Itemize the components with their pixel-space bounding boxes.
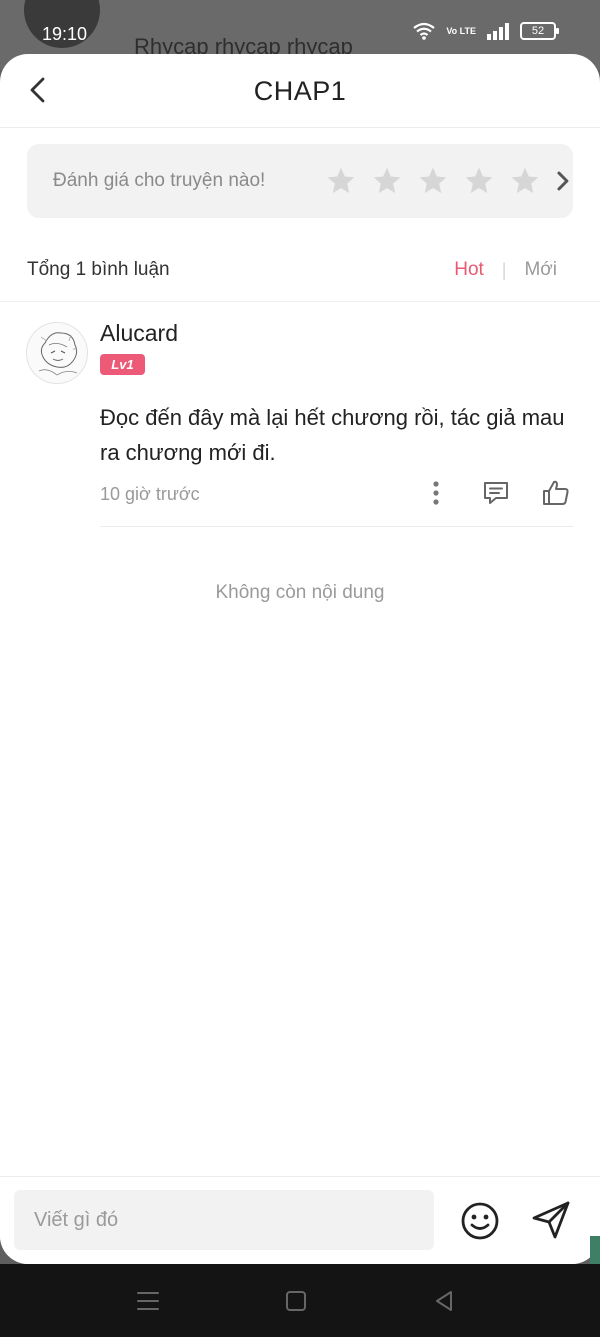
comment-time: 10 giờ trước	[100, 484, 200, 504]
signal-icon	[487, 23, 509, 40]
level-badge: Lv1	[100, 354, 145, 375]
comments-sheet: CHAP1 Đánh giá cho truyện nào! Tổng 1 bì…	[0, 54, 600, 1264]
star-icon-3[interactable]	[417, 165, 449, 197]
divider	[0, 301, 600, 302]
system-nav-bar	[0, 1264, 600, 1337]
comment-input[interactable]	[14, 1190, 434, 1250]
sheet-header: CHAP1	[0, 54, 600, 128]
avatar-sketch-image	[38, 332, 78, 376]
status-icons: Vo LTE 52	[412, 22, 559, 40]
chevron-right-icon[interactable]	[553, 169, 573, 193]
star-icon-1[interactable]	[325, 165, 357, 197]
sort-new-tab[interactable]: Mới	[524, 259, 557, 281]
star-icon-2[interactable]	[371, 165, 403, 197]
background-edge	[590, 1236, 600, 1264]
comment-username[interactable]: Alucard	[100, 320, 178, 347]
send-icon[interactable]	[528, 1197, 574, 1243]
volte-icon: Vo LTE	[446, 25, 476, 36]
end-of-list-text: Không còn nội dung	[215, 582, 385, 603]
avatar[interactable]	[26, 322, 88, 384]
emoji-icon[interactable]	[458, 1199, 502, 1243]
sort-hot-tab[interactable]: Hot	[454, 259, 484, 281]
star-icon-5[interactable]	[509, 165, 541, 197]
like-button[interactable]	[539, 476, 573, 510]
status-time: 19:10	[42, 24, 88, 44]
battery-icon: 52	[520, 22, 559, 40]
comment-text: Đọc đến đây mà lại hết chương rồi, tác g…	[100, 405, 565, 465]
home-icon[interactable]	[283, 1288, 309, 1314]
comments-bar: Tổng 1 bình luận Hot | Mới	[27, 254, 573, 286]
wifi-icon	[413, 22, 436, 40]
star-icon-4[interactable]	[463, 165, 495, 197]
comment-total: Tổng 1 bình luận	[27, 259, 170, 280]
nav-back-icon[interactable]	[431, 1288, 457, 1314]
star-rating	[325, 165, 541, 197]
reply-button[interactable]	[479, 476, 513, 510]
rating-prompt: Đánh giá cho truyện nào!	[53, 170, 266, 191]
more-vertical-icon	[433, 481, 439, 505]
rating-box[interactable]: Đánh giá cho truyện nào!	[27, 144, 573, 218]
sort-separator: |	[501, 259, 507, 280]
thumbs-up-icon	[543, 480, 569, 505]
comment-icon	[484, 482, 508, 504]
divider	[100, 526, 573, 527]
menu-icon[interactable]	[135, 1288, 161, 1314]
composer-bar	[0, 1176, 600, 1264]
page-title: CHAP1	[253, 76, 347, 106]
more-options-button[interactable]	[419, 476, 453, 510]
